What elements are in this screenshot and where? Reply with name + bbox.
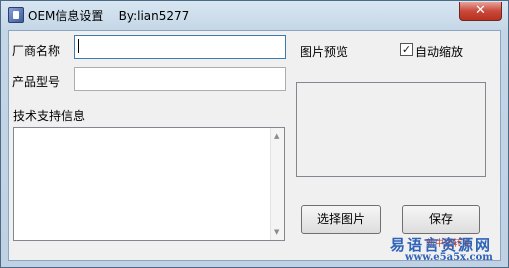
watermark-url: www.e5a5x.com xyxy=(405,252,493,263)
manufacturer-input[interactable] xyxy=(74,35,286,59)
model-input[interactable] xyxy=(74,67,286,91)
oem-settings-window: OEM信息设置 By:lian5277 ✕ 厂商名称 产品型号 技术支持信息 ▲… xyxy=(0,0,509,268)
support-info-scrollbar[interactable]: ▲ ▼ xyxy=(270,128,284,240)
auto-scale-checkbox[interactable]: ✓ xyxy=(400,43,413,56)
window-title: OEM信息设置 By:lian5277 xyxy=(28,9,190,23)
auto-scale-label[interactable]: 自动缩放 xyxy=(415,43,463,60)
title-bar[interactable]: OEM信息设置 By:lian5277 ✕ xyxy=(1,1,508,30)
close-button[interactable]: ✕ xyxy=(459,2,502,21)
image-preview-label: 图片预览 xyxy=(300,45,349,59)
select-image-button[interactable]: 选择图片 xyxy=(301,205,381,234)
image-preview-box xyxy=(296,82,486,177)
client-area: 厂商名称 产品型号 技术支持信息 ▲ ▼ 图片预览 ✓ 自动缩放 选择图片 保存 xyxy=(8,30,501,263)
support-info-label: 技术支持信息 xyxy=(13,109,86,123)
text-caret xyxy=(78,39,79,53)
checkmark-icon: ✓ xyxy=(401,43,412,56)
manufacturer-label: 厂商名称 xyxy=(12,44,61,58)
save-button[interactable]: 保存 xyxy=(402,205,480,234)
app-icon xyxy=(8,7,24,23)
scroll-down-arrow-icon[interactable]: ▼ xyxy=(274,228,279,236)
support-info-textarea[interactable]: ▲ ▼ xyxy=(13,127,285,241)
scroll-up-arrow-icon[interactable]: ▲ xyxy=(274,132,279,140)
model-label: 产品型号 xyxy=(12,75,61,89)
